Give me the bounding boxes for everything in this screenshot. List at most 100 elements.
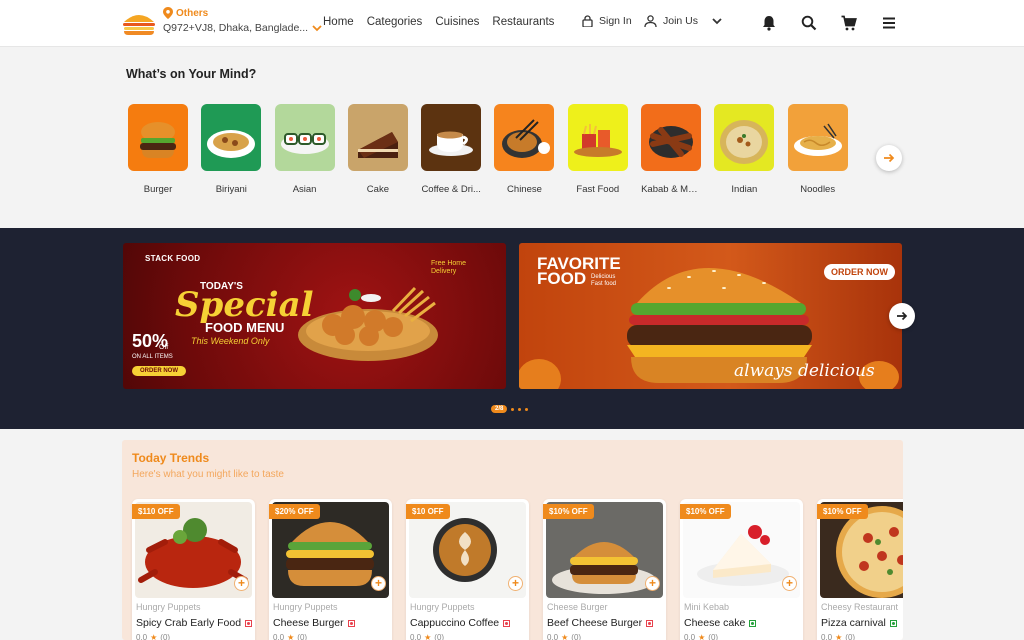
- add-to-cart-button[interactable]: +: [371, 576, 386, 591]
- promo-banner-section: STACK FOOD TODAY'S Special FOOD MENU Thi…: [0, 228, 1024, 429]
- category-label: Indian: [731, 184, 758, 195]
- stackfood-logo-icon[interactable]: [121, 10, 157, 36]
- address-selector[interactable]: Q972+VJ8, Dhaka, Banglade...: [163, 22, 322, 34]
- rating-value: 0.0: [821, 633, 833, 640]
- user-icon: [644, 15, 657, 27]
- category-tile: [787, 104, 848, 171]
- category-label: Kabab & More: [641, 184, 702, 195]
- category-next-button[interactable]: [876, 145, 902, 171]
- join-us-label: Join Us: [663, 15, 699, 27]
- category-list: Burger Biriyani Asian Cake Coffee & Dri.…: [128, 104, 848, 195]
- nav-categories[interactable]: Categories: [367, 16, 423, 28]
- promo-banner-special-menu[interactable]: STACK FOOD TODAY'S Special FOOD MENU Thi…: [123, 243, 506, 389]
- rating-count: (0): [434, 633, 445, 640]
- category-item[interactable]: Noodles: [787, 104, 848, 195]
- category-item[interactable]: Chinese: [494, 104, 555, 195]
- banner-title-food: FOOD: [537, 269, 587, 288]
- rating-count: (0): [708, 633, 719, 640]
- banner-order-now-button[interactable]: ORDER NOW: [132, 366, 186, 376]
- category-item[interactable]: Biriyani: [201, 104, 262, 195]
- rating-count: (0): [297, 633, 308, 640]
- category-label: Asian: [292, 184, 317, 195]
- category-item[interactable]: Fast Food: [567, 104, 628, 195]
- pager-dot[interactable]: [511, 407, 515, 411]
- category-tile: [641, 104, 702, 171]
- restaurant-name: Mini Kebab: [684, 602, 730, 612]
- category-item[interactable]: Indian: [714, 104, 775, 195]
- cart-icon[interactable]: [840, 14, 858, 32]
- lock-icon: [582, 15, 593, 27]
- location-label[interactable]: Others: [163, 7, 208, 19]
- add-to-cart-button[interactable]: +: [234, 576, 249, 591]
- category-item[interactable]: Burger: [128, 104, 188, 195]
- category-label: Chinese: [507, 184, 542, 195]
- sign-in-button[interactable]: Sign In: [582, 15, 632, 27]
- category-tile: [567, 104, 628, 171]
- food-name-row: Cheese Burger: [273, 617, 355, 629]
- star-icon: ★: [835, 633, 843, 640]
- category-tile: [421, 104, 482, 171]
- restaurant-name: Hungry Puppets: [410, 602, 475, 612]
- category-tile: [128, 104, 188, 171]
- discount-badge: $10% OFF: [817, 504, 868, 519]
- banner-order-now-button[interactable]: ORDER NOW: [824, 264, 895, 280]
- discount-badge: $10% OFF: [543, 504, 594, 519]
- pager-dot[interactable]: [525, 407, 529, 411]
- food-name-row: Cheese cake: [684, 617, 757, 629]
- delivery-note: Free Home Delivery: [431, 260, 467, 276]
- add-to-cart-button[interactable]: +: [782, 576, 797, 591]
- star-icon: ★: [150, 633, 158, 640]
- restaurant-name: Hungry Puppets: [273, 602, 338, 612]
- trend-card[interactable]: $10% OFF + Cheese Burger Beef Cheese Bur…: [543, 499, 666, 640]
- category-tile: [714, 104, 775, 171]
- rating-value: 0.0: [410, 633, 422, 640]
- add-to-cart-button[interactable]: +: [508, 576, 523, 591]
- category-item[interactable]: Kabab & More: [641, 104, 702, 195]
- rating-value: 0.0: [136, 633, 148, 640]
- category-item[interactable]: Cake: [347, 104, 408, 195]
- category-image: [573, 123, 622, 157]
- join-us-button[interactable]: Join Us: [644, 15, 722, 27]
- arrow-right-icon: [897, 311, 908, 321]
- restaurant-name: Cheese Burger: [547, 602, 608, 612]
- category-image: [207, 129, 256, 158]
- category-item[interactable]: Coffee & Dri...: [421, 104, 482, 195]
- non-veg-icon: [347, 619, 355, 627]
- rating-row: 0.0 ★ (0): [273, 633, 307, 640]
- pager-current[interactable]: 2/8: [491, 405, 508, 413]
- location-type: Others: [176, 7, 209, 19]
- trend-card[interactable]: $10% OFF + Mini Kebab Cheese cake 0.0 ★ …: [680, 499, 803, 640]
- trend-card[interactable]: $20% OFF + Hungry Puppets Cheese Burger …: [269, 499, 392, 640]
- category-label: Burger: [143, 184, 173, 195]
- rating-row: 0.0 ★ (0): [821, 633, 855, 640]
- category-item[interactable]: Asian: [274, 104, 335, 195]
- chevron-down-icon: [712, 17, 722, 24]
- nav-home[interactable]: Home: [323, 16, 354, 28]
- trends-title: Today Trends: [132, 451, 210, 465]
- nav-cuisines[interactable]: Cuisines: [435, 16, 479, 28]
- category-image: [793, 123, 842, 156]
- restaurant-name: Cheesy Restaurant: [821, 602, 899, 612]
- category-image: [649, 125, 694, 158]
- non-veg-icon: [503, 619, 511, 627]
- category-image: [140, 121, 176, 158]
- star-icon: ★: [424, 633, 432, 640]
- banner-line-food-menu: FOOD MENU: [205, 320, 285, 335]
- trend-card[interactable]: $10% OFF + Cheesy Restaurant Pizza carni…: [817, 499, 903, 640]
- promo-banner-favorite-food[interactable]: FAVORITE FOOD Delicious Fast food ORDER …: [519, 243, 902, 389]
- nav-restaurants[interactable]: Restaurants: [492, 16, 554, 28]
- sign-in-label: Sign In: [599, 15, 632, 27]
- category-label: Fast Food: [576, 184, 620, 195]
- address-text: Q972+VJ8, Dhaka, Banglade...: [163, 22, 309, 34]
- arrow-right-icon: [884, 153, 895, 163]
- trend-card[interactable]: $110 OFF + Hungry Puppets Spicy Crab Ear…: [132, 499, 255, 640]
- banner-next-button[interactable]: [889, 303, 915, 329]
- trend-card[interactable]: $10 OFF + Hungry Puppets Cappuccino Coff…: [406, 499, 529, 640]
- pager-dot[interactable]: [518, 407, 522, 411]
- menu-icon[interactable]: [880, 14, 898, 32]
- bell-icon[interactable]: [760, 14, 778, 32]
- search-icon[interactable]: [800, 14, 818, 32]
- add-to-cart-button[interactable]: +: [645, 576, 660, 591]
- category-image: [502, 118, 551, 158]
- food-name: Cappuccino Coffee: [410, 617, 500, 629]
